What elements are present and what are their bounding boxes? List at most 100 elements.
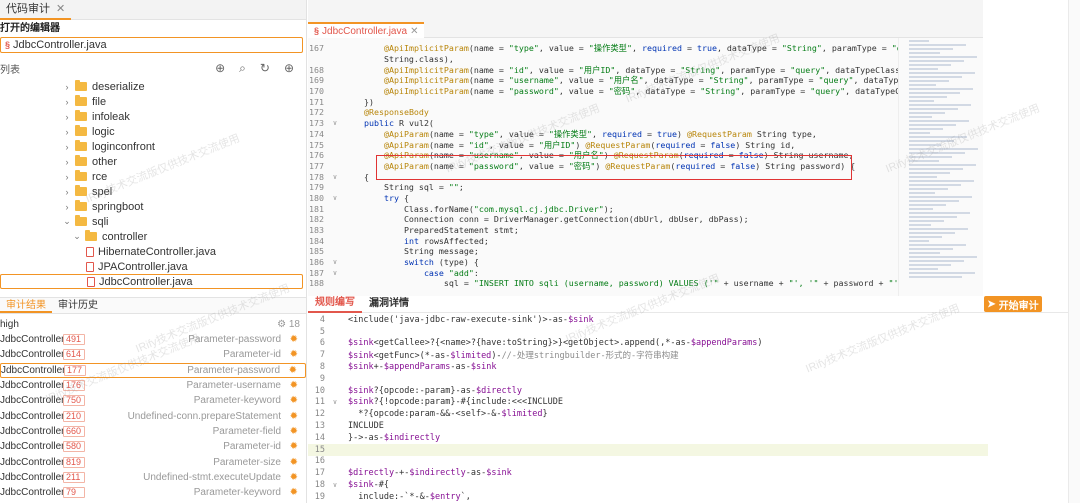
tree-folder-item[interactable]: › spel (0, 184, 306, 199)
chevron-right-icon[interactable]: › (62, 202, 72, 212)
minimap-line (909, 208, 933, 210)
minimap-line (909, 112, 945, 114)
close-icon[interactable]: ✕ (56, 0, 65, 19)
line-number: 174 (309, 128, 324, 139)
results-group-header[interactable]: high ⚙ 18 (0, 316, 306, 332)
minimap-line (909, 136, 967, 138)
line-number: 181 (309, 203, 324, 214)
minimap-line (909, 116, 932, 118)
tab-rule-writing[interactable]: 规则编写 (308, 295, 362, 313)
add-icon[interactable]: ⊕ (284, 61, 294, 76)
rule-panel: 规则编写 漏洞详情 ➤ 开始审计 4 <include('java-jdbc-ra… (308, 296, 1080, 503)
editor-tab-bar: § JdbcController.java ✕ (308, 0, 983, 38)
result-row[interactable]: JdbcController.java177 Parameter-password… (0, 362, 306, 378)
minimap[interactable] (898, 38, 983, 296)
tab-audit-history[interactable]: 审计历史 (52, 298, 104, 313)
rule-line: 19 include:-`*-&-$entry`, (308, 491, 988, 503)
code-line: 188 sql = "INSERT INTO sqli (username, p… (308, 278, 983, 289)
locate-icon[interactable]: ⊕ (215, 61, 225, 76)
result-row[interactable]: JdbcController.java750 Parameter-keyword ✹ (0, 393, 306, 408)
tree-file-item[interactable]: JPAController.java (0, 259, 306, 274)
tree-file-item[interactable]: JdbcController.java (0, 274, 303, 289)
close-icon[interactable]: ✕ (410, 25, 418, 38)
minimap-line (909, 164, 976, 166)
fold-chevron-icon[interactable]: ∨ (330, 119, 340, 127)
tree-folder-item[interactable]: › logic (0, 124, 306, 139)
tree-folder-item[interactable]: › infoleak (0, 109, 306, 124)
fold-chevron-icon[interactable]: ∨ (330, 173, 340, 181)
start-audit-button[interactable]: ➤ 开始审计 (984, 296, 1042, 312)
search-icon[interactable]: ⌕ (239, 61, 246, 76)
fold-chevron-icon[interactable]: ∨ (330, 269, 340, 277)
rule-line: 4 <include('java-jdbc-raw-execute-sink')>… (308, 314, 988, 326)
result-row[interactable]: JdbcController.java211 Undefined-stmt.exe… (0, 470, 306, 485)
tab-vuln-details[interactable]: 漏洞详情 (362, 296, 416, 312)
tab-code-audit-label: 代码审计 (6, 2, 50, 15)
minimap-line (909, 244, 966, 246)
tree-folder-item[interactable]: › loginconfront (0, 139, 306, 154)
tree-folder-item[interactable]: › deserialize (0, 79, 306, 94)
chevron-down-icon[interactable]: ⌄ (72, 231, 82, 242)
chevron-right-icon[interactable]: › (62, 127, 72, 137)
fold-chevron-icon[interactable]: ∨ (330, 398, 340, 406)
tree-file-item[interactable]: HibernateController.java (0, 244, 306, 259)
tree-folder-item[interactable]: › other (0, 154, 306, 169)
result-type: Parameter-keyword (193, 395, 281, 407)
tree-folder-item[interactable]: › rce (0, 169, 306, 184)
tree-folder-item[interactable]: ⌄ controller (0, 229, 306, 244)
minimap-line (909, 64, 951, 66)
rule-line: 9 (308, 373, 988, 385)
tab-code-audit[interactable]: 代码审计 ✕ (0, 0, 72, 20)
minimap-line (909, 212, 970, 214)
result-row[interactable]: JdbcController.java614 Parameter-id ✹ (0, 347, 306, 362)
line-number: 184 (309, 235, 324, 246)
rule-text: $sink<getFunc>(*-as-$limited)-//-处理strin… (348, 351, 679, 362)
tree-folder-item[interactable]: › file (0, 94, 306, 109)
minimap-line (909, 220, 944, 222)
minimap-line (909, 132, 930, 134)
tree-folder-item[interactable]: › springboot (0, 199, 306, 214)
result-row[interactable]: JdbcController.java660 Parameter-field ✹ (0, 424, 306, 439)
result-row[interactable]: JdbcController.java210 Undefined-conn.pre… (0, 408, 306, 423)
minimap-line (909, 240, 929, 242)
fold-chevron-icon[interactable]: ∨ (330, 258, 340, 266)
chevron-right-icon[interactable]: › (62, 157, 72, 167)
minimap-line (909, 80, 949, 82)
minimap-line (909, 152, 965, 154)
audit-results: high ⚙ 18 JdbcController.java491Paramete… (0, 316, 306, 500)
line-number: 178 (309, 171, 324, 182)
result-row[interactable]: JdbcController.java176 Parameter-username… (0, 378, 306, 393)
chevron-right-icon[interactable]: › (62, 97, 72, 107)
open-editor-item[interactable]: § JdbcController.java (0, 37, 303, 53)
minimap-line (909, 140, 954, 142)
code-text: @ApiImplicitParam(name = "type", value =… (383, 43, 983, 54)
tree-folder-item[interactable]: ⌄ sqli (0, 214, 306, 229)
result-row[interactable]: JdbcController.java79 Parameter-keyword ✹ (0, 485, 306, 500)
result-row[interactable]: JdbcController.java580 Parameter-id ✹ (0, 439, 306, 454)
chevron-down-icon[interactable]: ⌄ (62, 216, 72, 227)
rule-line: 18 ∨ $sink-#{ (308, 479, 988, 491)
rule-editor[interactable]: 4 <include('java-jdbc-raw-execute-sink')>… (308, 314, 988, 503)
chevron-right-icon[interactable]: › (62, 142, 72, 152)
rule-line: 8 $sink+-$appendParams-as-$sink (308, 361, 988, 373)
editor-tab-jdbc-controller[interactable]: § JdbcController.java ✕ (308, 22, 425, 38)
refresh-icon[interactable]: ↻ (260, 61, 270, 76)
minimap-line (909, 68, 938, 70)
code-line: 181 Class.forName("com.mysql.cj.jdbc.Dri… (308, 203, 983, 214)
chevron-right-icon[interactable]: › (62, 82, 72, 92)
code-line: 167 @ApiImplicitParam(name = "type", val… (308, 43, 983, 54)
fold-chevron-icon[interactable]: ∨ (330, 481, 340, 489)
result-line: 660 (63, 425, 85, 437)
chevron-right-icon[interactable]: › (62, 112, 72, 122)
chevron-right-icon[interactable]: › (62, 172, 72, 182)
bug-icon: ✹ (289, 471, 298, 483)
chevron-right-icon[interactable]: › (62, 187, 72, 197)
fold-chevron-icon[interactable]: ∨ (330, 194, 340, 202)
tab-audit-results[interactable]: 审计结果 (0, 298, 52, 313)
code-text: public R vul2( (363, 118, 434, 129)
audit-panel-tab-bar: 代码审计 ✕ (0, 0, 306, 20)
code-text: }) (344, 96, 374, 107)
line-number: 17 (314, 468, 325, 479)
result-row[interactable]: JdbcController.java819 Parameter-size ✹ (0, 454, 306, 469)
result-row[interactable]: JdbcController.java491 Parameter-password… (0, 332, 306, 347)
